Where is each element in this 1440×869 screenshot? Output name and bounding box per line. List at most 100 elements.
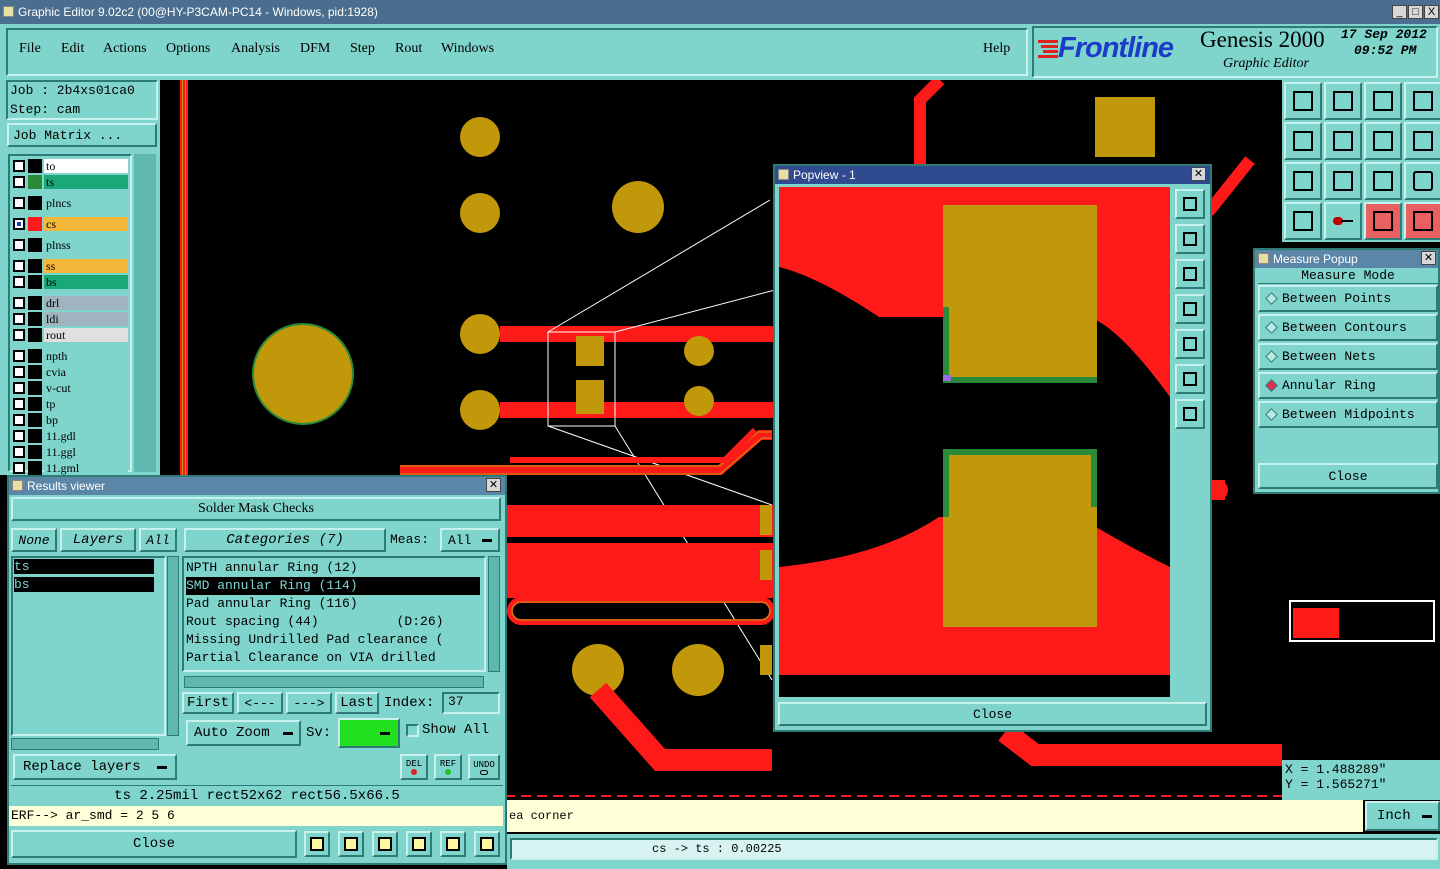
menu-windows[interactable]: Windows xyxy=(441,41,494,57)
layer-checkbox[interactable] xyxy=(13,329,25,341)
show-all-checkbox[interactable] xyxy=(406,724,419,737)
measure-option-between-midpoints[interactable]: Between Midpoints xyxy=(1258,401,1438,428)
menu-dfm[interactable]: DFM xyxy=(300,41,330,57)
layer-name[interactable]: tp xyxy=(44,397,128,411)
layer-color-swatch[interactable] xyxy=(28,349,42,363)
layer-name[interactable]: rout xyxy=(44,328,128,342)
layer-name[interactable]: 11.ggl xyxy=(44,445,128,459)
layer-checkbox[interactable] xyxy=(13,160,25,172)
all-button[interactable]: All xyxy=(139,528,177,552)
results-viewer-close-icon[interactable]: ✕ xyxy=(486,478,501,492)
layer-color-swatch[interactable] xyxy=(28,461,42,475)
home-button[interactable] xyxy=(1364,82,1402,120)
pan-left-button[interactable] xyxy=(1284,122,1322,160)
layer-checkbox[interactable] xyxy=(13,382,25,394)
measure-popup-close-icon[interactable]: ✕ xyxy=(1421,251,1436,265)
layer-name[interactable]: cs xyxy=(44,217,128,231)
layer-color-swatch[interactable] xyxy=(28,397,42,411)
layers-button[interactable]: Layers xyxy=(60,528,136,552)
layer-checkbox[interactable] xyxy=(13,366,25,378)
layer-color-swatch[interactable] xyxy=(28,312,42,326)
layer-color-swatch[interactable] xyxy=(28,413,42,427)
layer-name[interactable]: bp xyxy=(44,413,128,427)
layer-color-swatch[interactable] xyxy=(28,196,42,210)
popview-center-button[interactable] xyxy=(1175,399,1205,429)
layer-color-swatch[interactable] xyxy=(28,328,42,342)
popview-zoom-in-button[interactable] xyxy=(1175,224,1205,254)
layer-name[interactable]: plncs xyxy=(44,196,128,210)
categories-hscroll[interactable] xyxy=(184,676,484,688)
settings-button[interactable] xyxy=(1284,202,1322,240)
layer-name[interactable]: v-cut xyxy=(44,381,128,395)
minimize-button[interactable]: _ xyxy=(1392,5,1407,19)
layer-row-11.gml[interactable]: 11.gml xyxy=(10,460,128,476)
undo-button[interactable]: UNDO xyxy=(468,754,500,780)
none-button[interactable]: None xyxy=(11,528,57,552)
layer-row-drl[interactable]: drl xyxy=(10,295,128,311)
ref-button[interactable]: REF xyxy=(434,754,462,780)
layer-name[interactable]: plnss xyxy=(44,238,128,252)
category-row[interactable]: SMD annular Ring (114) xyxy=(186,577,480,595)
layer-row-plnss[interactable]: plnss xyxy=(10,237,128,253)
menu-help[interactable]: Help xyxy=(983,41,1010,57)
layer-name[interactable]: ldi xyxy=(44,312,128,326)
measure-option-between-nets[interactable]: Between Nets xyxy=(1258,343,1438,370)
popview-close-icon[interactable]: ✕ xyxy=(1191,167,1206,181)
last-button[interactable]: Last xyxy=(335,692,379,714)
layer-checkbox[interactable] xyxy=(13,197,25,209)
category-row[interactable]: Rout spacing (44) (D:26) xyxy=(186,613,482,631)
snap-button[interactable] xyxy=(1404,202,1440,240)
results-layer-bs[interactable]: bs xyxy=(14,577,154,592)
layer-row-cs[interactable]: cs xyxy=(10,216,128,232)
layer-checkbox[interactable] xyxy=(13,176,25,188)
job-matrix-button[interactable]: Job Matrix ... xyxy=(7,123,157,147)
prev-button[interactable]: <--- xyxy=(237,692,283,714)
scale-1-2-button[interactable] xyxy=(1364,162,1402,200)
report-button[interactable] xyxy=(304,831,330,857)
categories-vscroll[interactable] xyxy=(488,556,500,672)
zoom-in-button[interactable] xyxy=(1324,82,1362,120)
mini-view[interactable] xyxy=(1289,600,1435,642)
layer-checkbox[interactable] xyxy=(13,276,25,288)
menu-actions[interactable]: Actions xyxy=(103,41,147,57)
category-row[interactable]: NPTH annular Ring (12) xyxy=(186,559,482,577)
layer-color-swatch[interactable] xyxy=(28,365,42,379)
layer-color-swatch[interactable] xyxy=(28,238,42,252)
menu-edit[interactable]: Edit xyxy=(61,41,84,57)
layer-color-swatch[interactable] xyxy=(28,429,42,443)
measure-option-between-points[interactable]: Between Points xyxy=(1258,285,1438,312)
mirror-button[interactable] xyxy=(1404,122,1440,160)
layer-row-plncs[interactable]: plncs xyxy=(10,195,128,211)
next-button[interactable]: ---> xyxy=(286,692,332,714)
layer-color-swatch[interactable] xyxy=(28,175,42,189)
layer-name[interactable]: 11.gml xyxy=(44,461,128,475)
layer-name[interactable]: 11.gdl xyxy=(44,429,128,443)
layer-name[interactable]: ts xyxy=(44,175,128,189)
results-layer-ts[interactable]: ts xyxy=(14,559,154,574)
window-split-button[interactable] xyxy=(1404,82,1440,120)
layer-checkbox[interactable] xyxy=(13,313,25,325)
help-button[interactable] xyxy=(1404,162,1440,200)
layer-color-swatch[interactable] xyxy=(28,275,42,289)
pan-right-button[interactable] xyxy=(1324,122,1362,160)
layer-checkbox[interactable] xyxy=(13,297,25,309)
first-button[interactable]: First xyxy=(182,692,234,714)
solder-mask-header[interactable]: Solder Mask Checks xyxy=(11,497,501,521)
layer-checkbox[interactable] xyxy=(13,414,25,426)
close-window-button[interactable]: X xyxy=(1424,5,1439,19)
categories-button[interactable]: Categories (7) xyxy=(184,528,386,552)
results-layer-vscroll[interactable] xyxy=(167,556,179,736)
auto-zoom-dropdown[interactable]: Auto Zoom xyxy=(186,720,301,746)
layer-name[interactable]: drl xyxy=(44,296,128,310)
layer-checkbox[interactable] xyxy=(13,260,25,272)
layer-name[interactable]: bs xyxy=(44,275,128,289)
graph-button[interactable] xyxy=(338,831,364,857)
popview-close-button[interactable]: Close xyxy=(778,702,1207,726)
layer-checkbox[interactable] xyxy=(13,218,25,230)
menu-file[interactable]: File xyxy=(19,41,41,57)
unit-dropdown[interactable]: Inch xyxy=(1365,801,1440,831)
layer-row-rout[interactable]: rout xyxy=(10,327,128,343)
center-button[interactable] xyxy=(1324,162,1362,200)
layer-color-swatch[interactable] xyxy=(28,381,42,395)
histogram-button[interactable] xyxy=(474,831,500,857)
